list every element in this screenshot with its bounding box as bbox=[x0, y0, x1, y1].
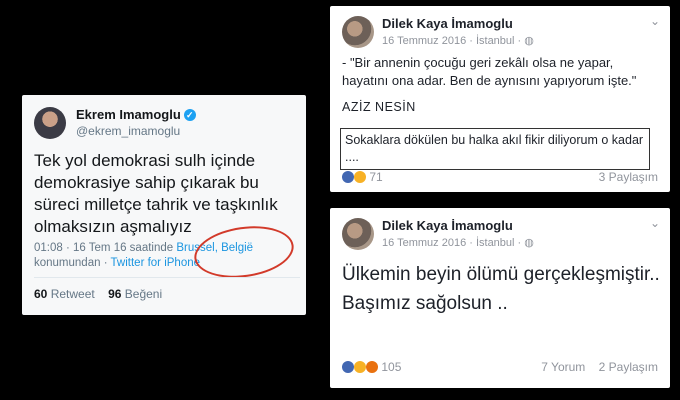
post-engagement: 7 Yorum 2 Paylaşım bbox=[541, 360, 658, 374]
tweet-text: Tek yol demokrasi sulh içinde demokrasiy… bbox=[34, 151, 278, 236]
quote-author: AZİZ NESİN bbox=[342, 100, 416, 114]
reaction-count: 71 bbox=[369, 170, 383, 184]
like-reaction-icon bbox=[342, 171, 354, 183]
angry-reaction-icon bbox=[366, 361, 378, 373]
post-date[interactable]: 16 Temmuz 2016 · İstanbul · ◍ bbox=[382, 236, 534, 249]
tweet-stats: 60 Retweet 96 Beğeni bbox=[34, 287, 162, 301]
reactions[interactable]: 71 bbox=[342, 170, 383, 184]
retweet-label: Retweet bbox=[50, 287, 95, 301]
post-author[interactable]: Dilek Kaya İmamoglu bbox=[382, 16, 513, 31]
avatar[interactable] bbox=[342, 218, 374, 250]
avatar[interactable] bbox=[34, 107, 66, 139]
post-quote: - "Bir annenin çocuğu geri zekâlı olsa n… bbox=[342, 55, 637, 88]
like-label: Beğeni bbox=[124, 287, 163, 301]
tweet-handle[interactable]: @ekrem_imamoglu bbox=[76, 124, 180, 138]
tweet-time[interactable]: 01:08 · 16 Tem 16 saatinde bbox=[34, 242, 173, 254]
chevron-down-icon[interactable]: ⌄ bbox=[650, 216, 660, 230]
post-text: Ülkemin beyin ölümü gerçekleşmiştir.. Ba… bbox=[342, 264, 660, 314]
tweet-from-prefix: konumundan · bbox=[34, 257, 108, 269]
retweet-count[interactable]: 60 bbox=[34, 287, 47, 301]
facebook-post-status: Dilek Kaya İmamoglu 16 Temmuz 2016 · İst… bbox=[330, 208, 670, 388]
facebook-post-quote: Dilek Kaya İmamoglu 16 Temmuz 2016 · İst… bbox=[330, 6, 670, 192]
tweet-author[interactable]: Ekrem Imamoglu ✓ bbox=[76, 107, 196, 122]
boxed-text: Sokaklara dökülen bu halka akıl fikir di… bbox=[340, 128, 650, 170]
share-count[interactable]: 3 Paylaşım bbox=[599, 170, 658, 184]
divider bbox=[34, 277, 300, 278]
avatar[interactable] bbox=[342, 16, 374, 48]
sad-reaction-icon bbox=[354, 361, 366, 373]
tweet-client-link[interactable]: Twitter for iPhone bbox=[111, 257, 200, 269]
sad-reaction-icon bbox=[354, 171, 366, 183]
reaction-count: 105 bbox=[381, 360, 402, 374]
like-reaction-icon bbox=[342, 361, 354, 373]
chevron-down-icon[interactable]: ⌄ bbox=[650, 14, 660, 28]
tweet-author-name[interactable]: Ekrem Imamoglu bbox=[76, 107, 181, 122]
like-count[interactable]: 96 bbox=[108, 287, 121, 301]
share-count[interactable]: 2 Paylaşım bbox=[599, 360, 658, 374]
verified-badge-icon: ✓ bbox=[183, 109, 196, 121]
post-date[interactable]: 16 Temmuz 2016 · İstanbul · ◍ bbox=[382, 34, 534, 47]
post-author[interactable]: Dilek Kaya İmamoglu bbox=[382, 218, 513, 233]
tweet-card: Ekrem Imamoglu ✓ @ekrem_imamoglu Tek yol … bbox=[22, 95, 306, 315]
reactions[interactable]: 105 bbox=[342, 360, 401, 374]
comment-count[interactable]: 7 Yorum bbox=[541, 360, 585, 374]
